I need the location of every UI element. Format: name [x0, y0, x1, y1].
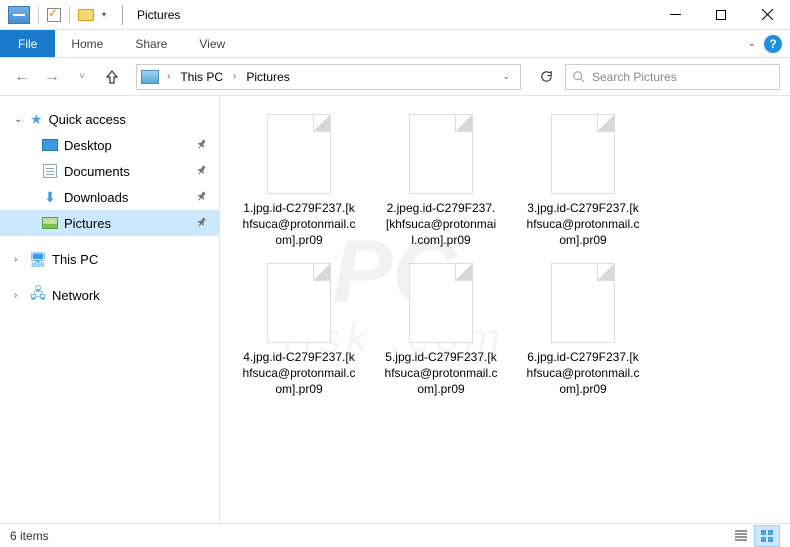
system-menu-icon[interactable] — [8, 6, 30, 24]
sidebar-item-label: Network — [52, 288, 100, 303]
file-item[interactable]: 5.jpg.id-C279F237.[khfsuca@protonmail.co… — [380, 259, 502, 402]
sidebar-item-label: This PC — [52, 252, 98, 267]
desktop-icon — [42, 139, 58, 151]
recent-locations-icon[interactable]: ˅ — [70, 65, 94, 89]
tab-view[interactable]: View — [183, 30, 241, 57]
chevron-right-icon[interactable]: › — [231, 71, 238, 82]
maximize-button[interactable] — [698, 0, 744, 30]
file-icon — [551, 263, 615, 343]
refresh-button[interactable] — [533, 64, 559, 90]
file-name: 5.jpg.id-C279F237.[khfsuca@protonmail.co… — [384, 349, 498, 398]
forward-button[interactable]: → — [40, 65, 64, 89]
chevron-right-icon[interactable]: › — [165, 71, 172, 82]
pin-icon — [196, 216, 207, 231]
file-item[interactable]: 3.jpg.id-C279F237.[khfsuca@protonmail.co… — [522, 110, 644, 253]
file-name: 3.jpg.id-C279F237.[khfsuca@protonmail.co… — [526, 200, 640, 249]
window-title: Pictures — [137, 8, 180, 22]
file-icon — [409, 263, 473, 343]
file-item[interactable]: 6.jpg.id-C279F237.[khfsuca@protonmail.co… — [522, 259, 644, 402]
sidebar-item-label: Documents — [64, 164, 130, 179]
minimize-button[interactable] — [652, 0, 698, 30]
sidebar-item-label: Desktop — [64, 138, 112, 153]
title-bar: ▾ Pictures — [0, 0, 790, 30]
pin-icon — [196, 138, 207, 153]
close-button[interactable] — [744, 0, 790, 30]
file-name: 4.jpg.id-C279F237.[khfsuca@protonmail.co… — [242, 349, 356, 398]
star-icon: ★ — [30, 111, 43, 128]
details-view-button[interactable] — [728, 525, 754, 547]
address-dropdown-icon[interactable]: ⌄ — [496, 71, 516, 82]
search-placeholder: Search Pictures — [592, 70, 677, 84]
sidebar-item-documents[interactable]: Documents — [0, 158, 219, 184]
ribbon-tabs: File Home Share View ⌄ ? — [0, 30, 790, 58]
navigation-bar: ← → ˅ › This PC › Pictures ⌄ Search Pict… — [0, 58, 790, 96]
file-icon — [267, 114, 331, 194]
separator — [38, 6, 39, 24]
address-bar[interactable]: › This PC › Pictures ⌄ — [136, 64, 521, 90]
breadcrumb[interactable]: This PC — [176, 70, 227, 84]
search-icon — [572, 70, 586, 84]
separator — [69, 6, 70, 24]
breadcrumb[interactable]: Pictures — [242, 70, 293, 84]
sidebar-item-label: Quick access — [49, 112, 126, 127]
file-name: 6.jpg.id-C279F237.[khfsuca@protonmail.co… — [526, 349, 640, 398]
file-list[interactable]: 1.jpg.id-C279F237.[khfsuca@protonmail.co… — [220, 96, 790, 523]
sidebar-item-this-pc[interactable]: › 🖥 This PC — [0, 246, 219, 272]
large-icons-view-button[interactable] — [754, 525, 780, 547]
qat-properties-icon[interactable] — [47, 8, 61, 22]
separator — [122, 5, 123, 25]
sidebar-item-quick-access[interactable]: ⌄ ★ Quick access — [0, 106, 219, 132]
expand-icon[interactable]: › — [14, 254, 24, 265]
file-name: 1.jpg.id-C279F237.[khfsuca@protonmail.co… — [242, 200, 356, 249]
up-button[interactable] — [100, 65, 124, 89]
pictures-icon — [42, 217, 58, 229]
file-tab[interactable]: File — [0, 30, 55, 57]
pin-icon — [196, 190, 207, 205]
file-icon — [551, 114, 615, 194]
expand-icon[interactable]: › — [14, 290, 24, 301]
sidebar-item-label: Downloads — [64, 190, 128, 205]
file-icon — [267, 263, 331, 343]
status-bar: 6 items — [0, 523, 790, 547]
qat-customize-icon[interactable]: ▾ — [100, 10, 108, 19]
sidebar-item-network[interactable]: › 🖧 Network — [0, 282, 219, 308]
ribbon-collapse-icon[interactable]: ⌄ — [748, 38, 756, 49]
collapse-icon[interactable]: ⌄ — [14, 114, 24, 125]
location-icon — [141, 70, 159, 84]
pin-icon — [196, 164, 207, 179]
file-name: 2.jpeg.id-C279F237.[khfsuca@protonmail.c… — [384, 200, 498, 249]
sidebar-item-pictures[interactable]: Pictures — [0, 210, 219, 236]
help-icon[interactable]: ? — [764, 35, 782, 53]
pc-icon: 🖥 — [30, 252, 46, 266]
tab-share[interactable]: Share — [119, 30, 183, 57]
sidebar-item-label: Pictures — [64, 216, 111, 231]
item-count: 6 items — [10, 529, 49, 543]
network-icon: 🖧 — [30, 288, 46, 302]
file-item[interactable]: 1.jpg.id-C279F237.[khfsuca@protonmail.co… — [238, 110, 360, 253]
sidebar-item-downloads[interactable]: ⬇ Downloads — [0, 184, 219, 210]
file-item[interactable]: 2.jpeg.id-C279F237.[khfsuca@protonmail.c… — [380, 110, 502, 253]
search-input[interactable]: Search Pictures — [565, 64, 780, 90]
tab-home[interactable]: Home — [55, 30, 119, 57]
file-item[interactable]: 4.jpg.id-C279F237.[khfsuca@protonmail.co… — [238, 259, 360, 402]
navigation-pane: ⌄ ★ Quick access Desktop Documents ⬇ Dow… — [0, 96, 220, 523]
file-icon — [409, 114, 473, 194]
document-icon — [43, 164, 57, 178]
downloads-icon: ⬇ — [42, 190, 58, 204]
sidebar-item-desktop[interactable]: Desktop — [0, 132, 219, 158]
qat-newfolder-icon[interactable] — [78, 9, 94, 21]
back-button[interactable]: ← — [10, 65, 34, 89]
